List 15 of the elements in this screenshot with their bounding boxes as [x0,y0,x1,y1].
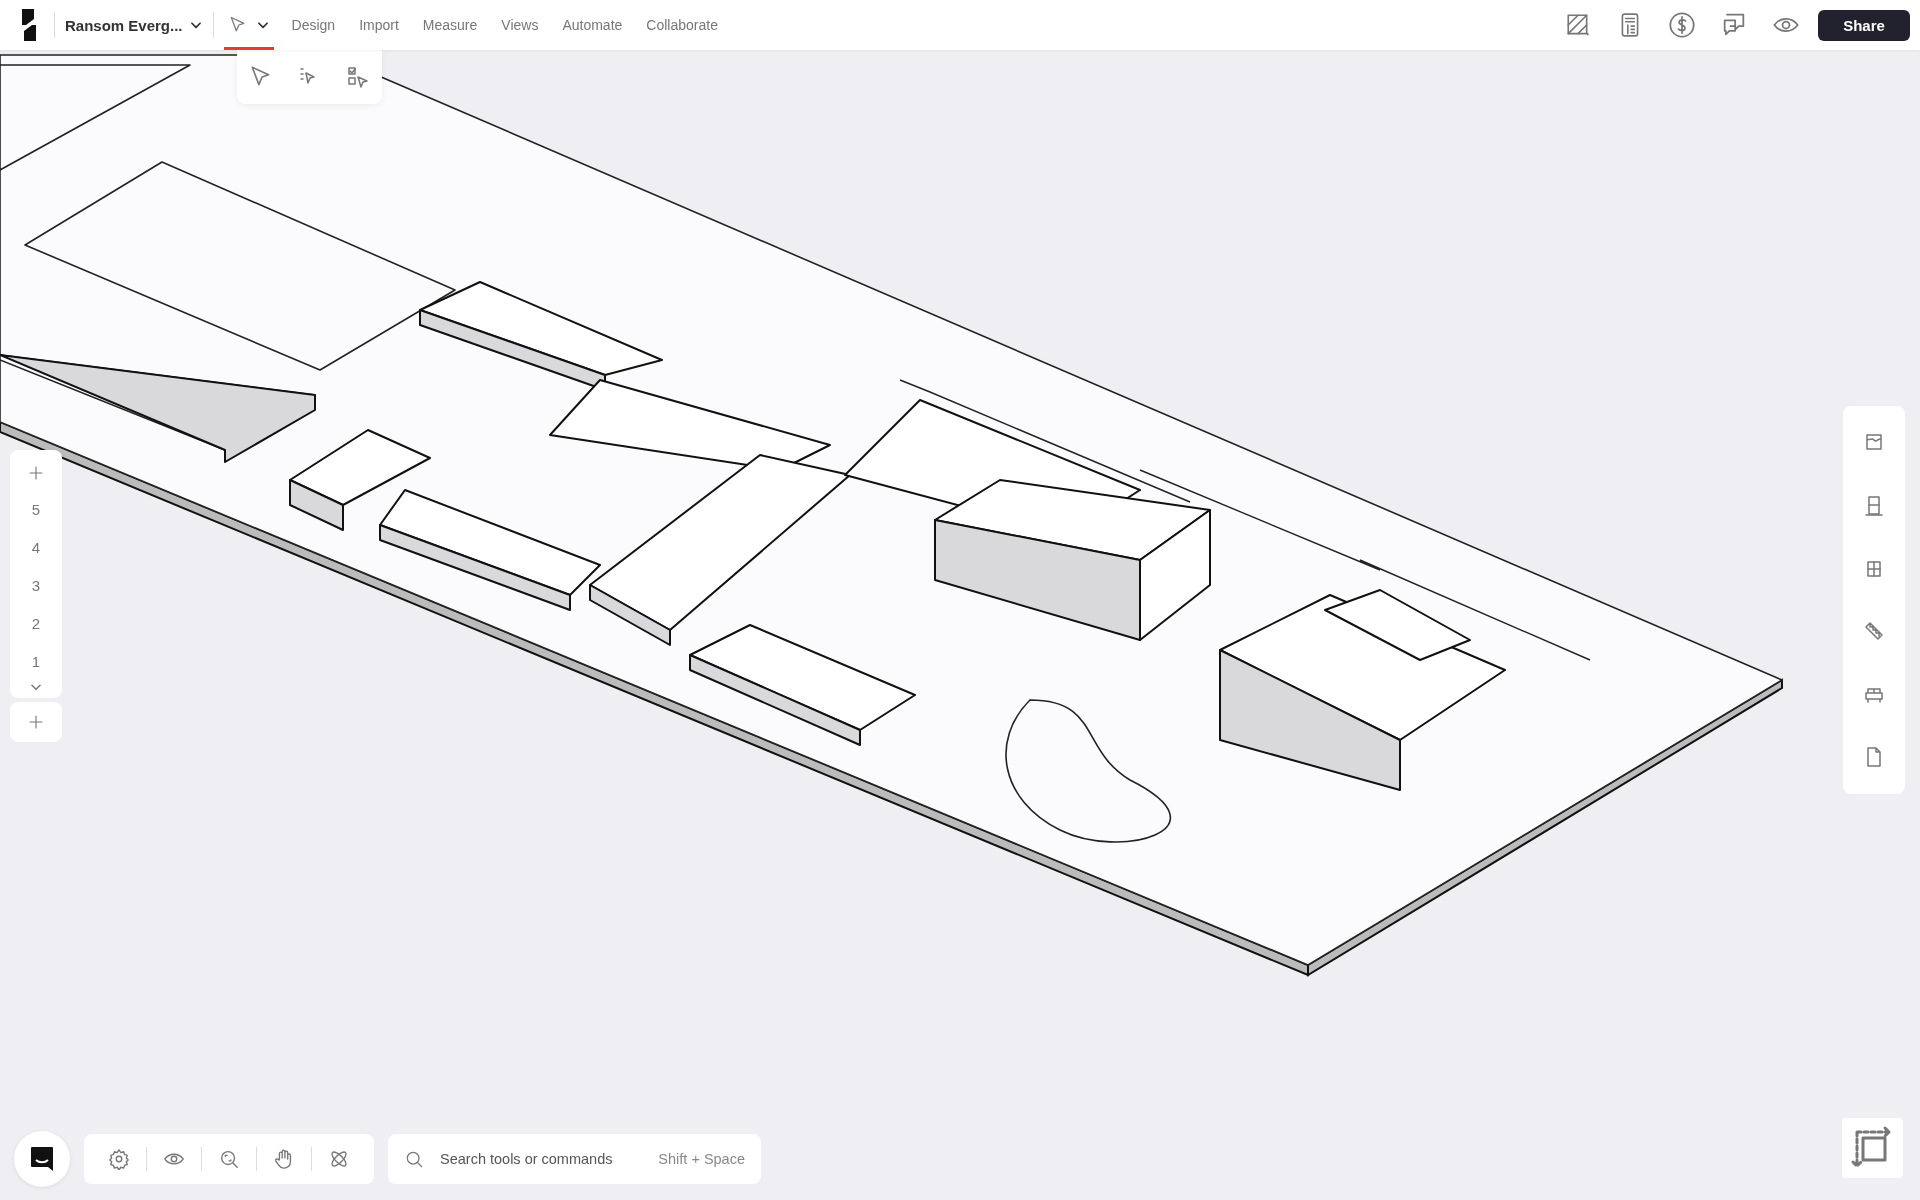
menu-item[interactable]: Automate [562,17,623,33]
menu-item[interactable]: Import [359,17,399,33]
level-item[interactable]: 2 [10,604,62,642]
level-item[interactable]: 5 [10,490,62,528]
command-search-field[interactable]: Search tools or commands [438,1150,645,1168]
level-item[interactable]: 3 [10,566,62,604]
share-button[interactable]: Share [1818,9,1910,41]
menu-item[interactable]: Design [291,17,336,33]
level-item[interactable]: 4 [10,528,62,566]
menu-item[interactable]: Views [501,17,539,33]
level-item[interactable]: 1 [10,642,62,680]
project-name-dropdown[interactable]: Ransom Everg... [65,16,203,34]
menu-item[interactable]: Measure [422,17,478,33]
menu-item[interactable]: Collaborate [646,17,718,33]
keyboard-shortcut: Shift + Space [658,1151,745,1167]
